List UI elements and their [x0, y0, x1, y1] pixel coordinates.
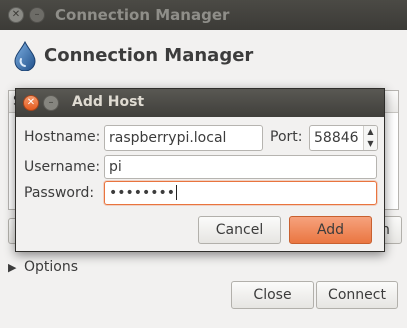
parent-window-title: Connection Manager — [55, 6, 230, 24]
port-label: Port: — [270, 129, 303, 145]
parent-minimize-button[interactable]: – — [29, 7, 45, 23]
dialog-title: Add Host — [72, 94, 145, 110]
hostname-label: Hostname: — [24, 129, 101, 145]
triangle-right-icon: ▶ — [8, 261, 17, 274]
dialog-close-button[interactable]: ✕ — [23, 95, 39, 111]
password-mask: •••••••• — [109, 185, 176, 201]
parent-titlebar[interactable]: ✕ – Connection Manager — [0, 0, 407, 30]
connect-button[interactable]: Connect — [316, 281, 398, 309]
dialog-minimize-button[interactable]: – — [43, 95, 59, 111]
port-spin-buttons[interactable]: ▲ ▼ — [363, 126, 377, 150]
add-button[interactable]: Add — [289, 216, 372, 244]
username-label: Username: — [24, 159, 101, 175]
text-caret — [176, 185, 178, 200]
chevron-down-icon[interactable]: ▼ — [364, 138, 377, 150]
chevron-up-icon[interactable]: ▲ — [364, 126, 377, 138]
hostname-input[interactable]: raspberrypi.local — [104, 125, 263, 151]
app-heading: Connection Manager — [44, 45, 254, 66]
password-input[interactable]: •••••••• — [104, 181, 377, 205]
cancel-button[interactable]: Cancel — [198, 216, 281, 244]
minimize-icon: – — [48, 97, 54, 108]
port-value[interactable]: 58846 — [314, 126, 359, 150]
add-host-dialog: ✕ – Add Host Hostname: raspberrypi.local… — [15, 88, 385, 252]
options-label: Options — [24, 259, 79, 275]
close-icon: ✕ — [11, 9, 21, 20]
minimize-icon: – — [34, 9, 40, 20]
dialog-titlebar[interactable]: ✕ – Add Host — [16, 89, 384, 117]
parent-close-button[interactable]: ✕ — [8, 7, 24, 23]
username-input[interactable]: pi — [104, 155, 377, 179]
close-button[interactable]: Close — [231, 281, 314, 309]
port-stepper[interactable]: 58846 ▲ ▼ — [309, 125, 378, 151]
close-icon: ✕ — [26, 97, 36, 108]
deluge-drop-logo — [14, 41, 36, 71]
password-label: Password: — [24, 185, 95, 201]
